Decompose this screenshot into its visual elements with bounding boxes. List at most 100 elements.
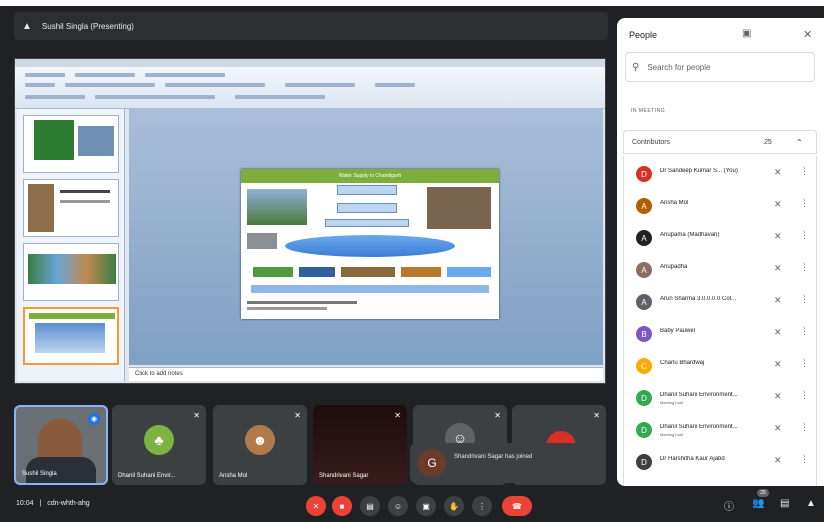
chat-button[interactable]: ▤ (780, 498, 789, 509)
more-vert-icon[interactable]: ⋮ (800, 326, 809, 337)
slide-thumbnail-selected[interactable] (23, 307, 119, 365)
more-vert-icon[interactable]: ⋮ (800, 422, 809, 433)
mic-off-icon: ✕ (774, 423, 782, 433)
participant-row[interactable]: A Ansha Mol ✕ ⋮ (624, 190, 818, 222)
participant-name: Sushil Singla (22, 471, 57, 477)
contributors-count: 25 (764, 138, 772, 146)
participant-name: Anupadha (660, 264, 688, 270)
present-screen-icon: ▣ (422, 501, 430, 511)
more-vert-icon[interactable]: ⋮ (800, 230, 809, 241)
participant-row[interactable]: A Arun Sharma 3.0.0.0.0 Col... ✕ ⋮ (624, 286, 818, 318)
contributors-header[interactable]: Contributors 25 ⌃ (623, 130, 817, 154)
people-panel: People ▣ ✕ ⚲ Search for people IN MEETIN… (617, 18, 824, 486)
avatar: D (636, 422, 652, 438)
captions-icon: ▤ (366, 501, 374, 511)
camera-off-icon: ■ (339, 501, 345, 511)
mic-off-icon: ✕ (774, 199, 782, 209)
meeting-details-button[interactable]: ⓘ (724, 498, 734, 513)
more-vert-icon[interactable]: ⋮ (800, 390, 809, 401)
slide-thumbnail[interactable] (23, 243, 119, 301)
participant-name: Anupama (Madhavan) (660, 232, 720, 238)
presenter-bar: ▲ Sushil Singla (Presenting) (14, 12, 608, 40)
participant-name: Dhanil Suhani Envir... (118, 473, 176, 479)
people-icon: 👥 (752, 498, 765, 509)
presenter-label: Sushil Singla (Presenting) (41, 21, 134, 31)
raise-hand-button[interactable]: ✋ (444, 496, 464, 516)
mic-off-icon: ✕ (774, 263, 782, 273)
participant-name: Dr Sandeep Kumar S... (You) (660, 168, 738, 174)
participant-row[interactable]: B Baby Pauwel ✕ ⋮ (624, 318, 818, 350)
more-options-button[interactable]: ⋮ (472, 496, 492, 516)
leave-call-button[interactable]: ☎ (502, 496, 532, 516)
current-slide: Water Supply in Chandigarh (241, 169, 499, 319)
participant-name: Charlu Bhardwaj (660, 360, 705, 366)
notification-text: Shandrivani Sagar has joined (454, 454, 533, 460)
participant-name: Baby Pauwel (660, 328, 696, 334)
participant-row[interactable]: D Dhanil Suhani Environment... Meeting h… (624, 414, 818, 446)
mic-off-icon: ✕ (774, 327, 782, 337)
participant-name: Ansha Mol (219, 473, 248, 479)
participant-row[interactable]: D Dr Sandeep Kumar S... (You) ✕ ⋮ (624, 158, 818, 190)
participant-row[interactable]: A Anupama (Madhavan) ✕ ⋮ (624, 222, 818, 254)
avatar: A (636, 230, 652, 246)
meeting-code: cdn-whth-ahg (47, 500, 90, 507)
section-label: IN MEETING (631, 108, 666, 114)
participant-name: Arun Sharma 3.0.0.0.0 Col... (660, 296, 737, 302)
mic-off-icon: ✕ (774, 359, 782, 369)
slide-thumbnail[interactable] (23, 179, 119, 237)
activities-button[interactable]: ▲ (806, 498, 816, 509)
meeting-info: 10:04 | cdn-whth-ahg (16, 500, 90, 507)
mic-off-icon: ✕ (312, 501, 320, 511)
reactions-button[interactable]: ☺ (388, 496, 408, 516)
avatar: A (636, 198, 652, 214)
ribbon (15, 67, 605, 109)
participant-row[interactable]: D Dr Harshitha Kaur Ajabd ✕ ⋮ (624, 446, 818, 478)
participant-list: D Dr Sandeep Kumar S... (You) ✕ ⋮ A Ansh… (623, 156, 817, 486)
more-vert-icon[interactable]: ⋮ (800, 358, 809, 369)
present-icon: ▲ (22, 20, 32, 32)
join-notification: G Shandrivani Sagar has joined (410, 443, 606, 483)
avatar: B (636, 326, 652, 342)
mic-off-icon: ✕ (593, 411, 600, 420)
participant-row[interactable]: D Dhanil Suhani Environment... Meeting h… (624, 382, 818, 414)
slide-canvas: Water Supply in Chandigarh (129, 109, 603, 365)
close-icon[interactable]: ✕ (803, 28, 812, 41)
emoji-icon: ☺ (393, 501, 403, 511)
participant-tile[interactable]: ♣ ✕ Dhanil Suhani Envir... (112, 405, 206, 485)
search-placeholder: Search for people (647, 62, 711, 72)
participant-tile[interactable]: ☻ ✕ Ansha Mol (213, 405, 307, 485)
more-vert-icon[interactable]: ⋮ (800, 198, 809, 209)
activities-icon: ▲ (806, 498, 816, 509)
avatar: ♣ (144, 425, 174, 455)
slide-title: Water Supply in Chandigarh (241, 169, 499, 183)
participant-name: Dr Harshitha Kaur Ajabd (660, 456, 725, 462)
captions-button[interactable]: ▤ (360, 496, 380, 516)
present-button[interactable]: ▣ (416, 496, 436, 516)
slide-thumbnail[interactable] (23, 115, 119, 173)
mic-off-icon: ✕ (774, 167, 782, 177)
more-vert-icon[interactable]: ⋮ (800, 166, 809, 177)
camera-toggle-button[interactable]: ■ (332, 496, 352, 516)
participant-tile-presenter[interactable]: ◉ Sushil Singla (14, 405, 108, 485)
avatar: D (636, 454, 652, 470)
clock: 10:04 (16, 500, 34, 507)
avatar: A (636, 294, 652, 310)
more-vert-icon[interactable]: ⋮ (800, 262, 809, 273)
host-controls-icon[interactable]: ▣ (742, 28, 751, 39)
more-vert-icon[interactable]: ⋮ (800, 294, 809, 305)
more-vert-icon[interactable]: ⋮ (800, 454, 809, 465)
participant-row[interactable]: C Charlu Bhardwaj ✕ ⋮ (624, 350, 818, 382)
avatar: G (418, 449, 446, 477)
search-input[interactable]: ⚲ Search for people (625, 52, 815, 82)
more-vert-icon: ⋮ (478, 501, 486, 511)
mic-off-icon: ✕ (193, 411, 200, 420)
participant-row[interactable]: A Anupadha ✕ ⋮ (624, 254, 818, 286)
hang-up-icon: ☎ (512, 501, 522, 511)
people-button[interactable]: 👥 (752, 498, 764, 509)
avatar: A (636, 262, 652, 278)
mic-off-icon: ✕ (494, 411, 501, 420)
mic-off-icon: ✕ (774, 231, 782, 241)
participant-tile[interactable]: ✕ Shandrivani Sagar (313, 405, 407, 485)
mic-toggle-button[interactable]: ✕ (306, 496, 326, 516)
notes-field[interactable]: Click to add notes (129, 367, 603, 381)
